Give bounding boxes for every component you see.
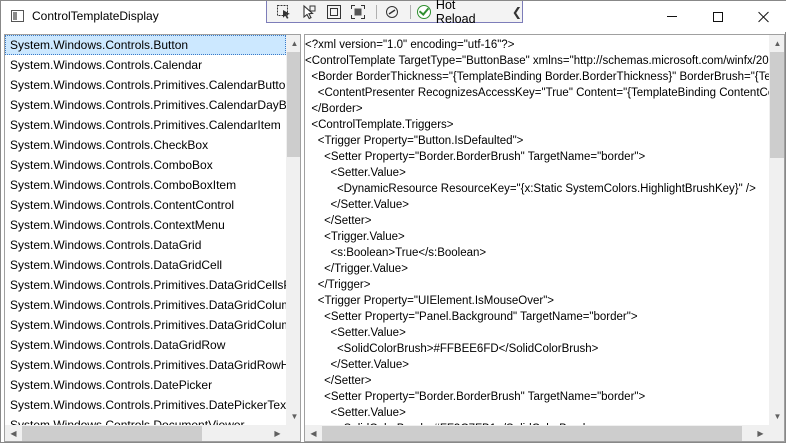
list-item[interactable]: System.Windows.Controls.DataGrid bbox=[5, 235, 286, 255]
scroll-thumb[interactable] bbox=[770, 52, 784, 158]
xaml-line: <Setter.Value> bbox=[305, 407, 406, 419]
display-layout-adorners-button[interactable] bbox=[323, 3, 345, 21]
xaml-line: <Trigger Property="UIElement.IsMouseOver… bbox=[305, 295, 555, 307]
xaml-line: <Setter.Value> bbox=[305, 327, 406, 339]
list-item[interactable]: System.Windows.Controls.ComboBoxItem bbox=[5, 175, 286, 195]
scroll-left-arrow-icon[interactable]: ◀ bbox=[305, 425, 322, 441]
scroll-thumb[interactable] bbox=[22, 426, 202, 441]
xaml-line: <Border BorderThickness="{TemplateBindin… bbox=[311, 71, 769, 83]
binding-failures-icon bbox=[386, 5, 399, 18]
xaml-line: <ControlTemplate TargetType="ButtonBase"… bbox=[305, 55, 769, 67]
close-button[interactable] bbox=[741, 1, 786, 32]
list-vertical-scrollbar[interactable]: ▲ ▼ bbox=[286, 35, 300, 425]
code-vertical-scrollbar[interactable]: ▲ ▼ bbox=[769, 35, 784, 425]
list-horizontal-scrollbar[interactable]: ◀ ▶ bbox=[5, 425, 286, 441]
code-horizontal-scrollbar[interactable]: ◀ ▶ bbox=[305, 425, 769, 441]
list-item[interactable]: System.Windows.Controls.Primitives.DataG… bbox=[5, 295, 286, 315]
list-item[interactable]: System.Windows.Controls.Primitives.DataG… bbox=[5, 355, 286, 375]
list-item[interactable]: System.Windows.Controls.DataGridRow bbox=[5, 335, 286, 355]
xaml-line: </Setter.Value> bbox=[305, 359, 409, 371]
xaml-line: <SolidColorBrush>#FFBEE6FD</SolidColorBr… bbox=[305, 343, 599, 355]
xaml-line: <Setter.Value> bbox=[305, 167, 406, 179]
close-icon bbox=[758, 11, 770, 23]
toolbar-separator bbox=[376, 4, 378, 19]
chevron-left-icon[interactable]: ❮ bbox=[512, 5, 522, 19]
xaml-line: <s:Boolean>True</s:Boolean> bbox=[305, 247, 487, 259]
scroll-up-arrow-icon[interactable]: ▲ bbox=[769, 35, 784, 52]
list-item[interactable]: System.Windows.Controls.Primitives.Calen… bbox=[5, 95, 286, 115]
xaml-line: <?xml version="1.0" encoding="utf-16"?> bbox=[305, 39, 515, 51]
list-item[interactable]: System.Windows.Controls.ComboBox bbox=[5, 155, 286, 175]
xaml-line: <ContentPresenter RecognizesAccessKey="T… bbox=[317, 87, 769, 99]
list-item[interactable]: System.Windows.Controls.Primitives.DateP… bbox=[5, 395, 286, 415]
xaml-line: <Setter Property="Border.BorderBrush" Ta… bbox=[305, 391, 646, 403]
scroll-up-arrow-icon[interactable]: ▲ bbox=[286, 35, 300, 52]
scrollbar-corner bbox=[769, 425, 784, 441]
list-item[interactable]: System.Windows.Controls.DataGridCell bbox=[5, 255, 286, 275]
binding-failures-button[interactable] bbox=[381, 3, 403, 21]
track-focus-icon bbox=[351, 4, 366, 19]
list-item[interactable]: System.Windows.Controls.Primitives.Calen… bbox=[5, 75, 286, 95]
select-pointer-button[interactable] bbox=[298, 3, 320, 21]
debug-toolbar: Hot Reload ❮ bbox=[266, 0, 523, 26]
list-item[interactable]: System.Windows.Controls.DocumentViewer bbox=[5, 415, 286, 425]
app-window: ControlTemplateDisplay Hot Reload ❮ Syst… bbox=[0, 0, 786, 443]
maximize-button[interactable] bbox=[695, 1, 741, 32]
xaml-line: <Trigger Property="Button.IsDefaulted"> bbox=[305, 135, 524, 147]
minimize-icon bbox=[667, 16, 677, 17]
list-item[interactable]: System.Windows.Controls.Button bbox=[5, 35, 286, 55]
xaml-line: <Setter Property="Border.BorderBrush" Ta… bbox=[305, 151, 646, 163]
xaml-line: <ControlTemplate.Triggers> bbox=[305, 119, 454, 131]
toolbar-separator bbox=[410, 4, 412, 19]
list-item[interactable]: System.Windows.Controls.DatePicker bbox=[5, 375, 286, 395]
xaml-line: <Trigger.Value> bbox=[305, 231, 405, 243]
select-element-icon bbox=[276, 4, 290, 19]
xaml-line: </Trigger.Value> bbox=[305, 263, 408, 275]
hot-reload-button[interactable]: Hot Reload bbox=[417, 0, 498, 26]
minimize-button[interactable] bbox=[649, 1, 695, 32]
xaml-line: </Trigger> bbox=[305, 279, 371, 291]
control-type-list[interactable]: System.Windows.Controls.Button System.Win… bbox=[4, 34, 301, 442]
scroll-down-arrow-icon[interactable]: ▼ bbox=[769, 408, 784, 425]
template-xaml-textbox[interactable]: <?xml version="1.0" encoding="utf-16"?> <… bbox=[304, 34, 785, 442]
list-item[interactable]: System.Windows.Controls.ContentControl bbox=[5, 195, 286, 215]
scroll-left-arrow-icon[interactable]: ◀ bbox=[5, 425, 22, 441]
maximize-icon bbox=[713, 11, 723, 22]
track-focus-button[interactable] bbox=[347, 3, 369, 21]
xaml-line: </Border> bbox=[305, 103, 363, 115]
hot-reload-label: Hot Reload bbox=[435, 0, 476, 26]
window-title: ControlTemplateDisplay bbox=[32, 9, 159, 23]
xaml-line: </Setter> bbox=[305, 215, 372, 227]
xaml-line: <DynamicResource ResourceKey="{x:Static … bbox=[305, 183, 756, 195]
list-item[interactable]: System.Windows.Controls.Primitives.DataG… bbox=[5, 315, 286, 335]
hot-reload-check-icon bbox=[417, 4, 431, 19]
select-pointer-icon bbox=[303, 4, 316, 19]
xaml-line: </Setter> bbox=[305, 375, 372, 387]
list-item[interactable]: System.Windows.Controls.Primitives.DataG… bbox=[5, 275, 286, 295]
list-item[interactable]: System.Windows.Controls.Primitives.Calen… bbox=[5, 115, 286, 135]
list-item[interactable]: System.Windows.Controls.Calendar bbox=[5, 55, 286, 75]
scrollbar-corner bbox=[286, 425, 300, 441]
scroll-thumb[interactable] bbox=[287, 52, 300, 157]
xaml-lines: <?xml version="1.0" encoding="utf-16"?> <… bbox=[305, 35, 769, 425]
xaml-line: </Setter.Value> bbox=[305, 199, 409, 211]
select-element-button[interactable] bbox=[273, 3, 295, 21]
xaml-line: <Setter Property="Panel.Background" Targ… bbox=[305, 311, 638, 323]
list-item[interactable]: System.Windows.Controls.CheckBox bbox=[5, 135, 286, 155]
scroll-down-arrow-icon[interactable]: ▼ bbox=[286, 408, 300, 425]
scroll-right-arrow-icon[interactable]: ▶ bbox=[269, 425, 286, 441]
display-layout-adorners-icon bbox=[326, 4, 341, 19]
list-item[interactable]: System.Windows.Controls.ContextMenu bbox=[5, 215, 286, 235]
scroll-right-arrow-icon[interactable]: ▶ bbox=[752, 425, 769, 441]
list-items: System.Windows.Controls.Button System.Win… bbox=[5, 35, 286, 425]
scroll-thumb[interactable] bbox=[322, 426, 742, 441]
app-window-icon bbox=[11, 10, 24, 22]
